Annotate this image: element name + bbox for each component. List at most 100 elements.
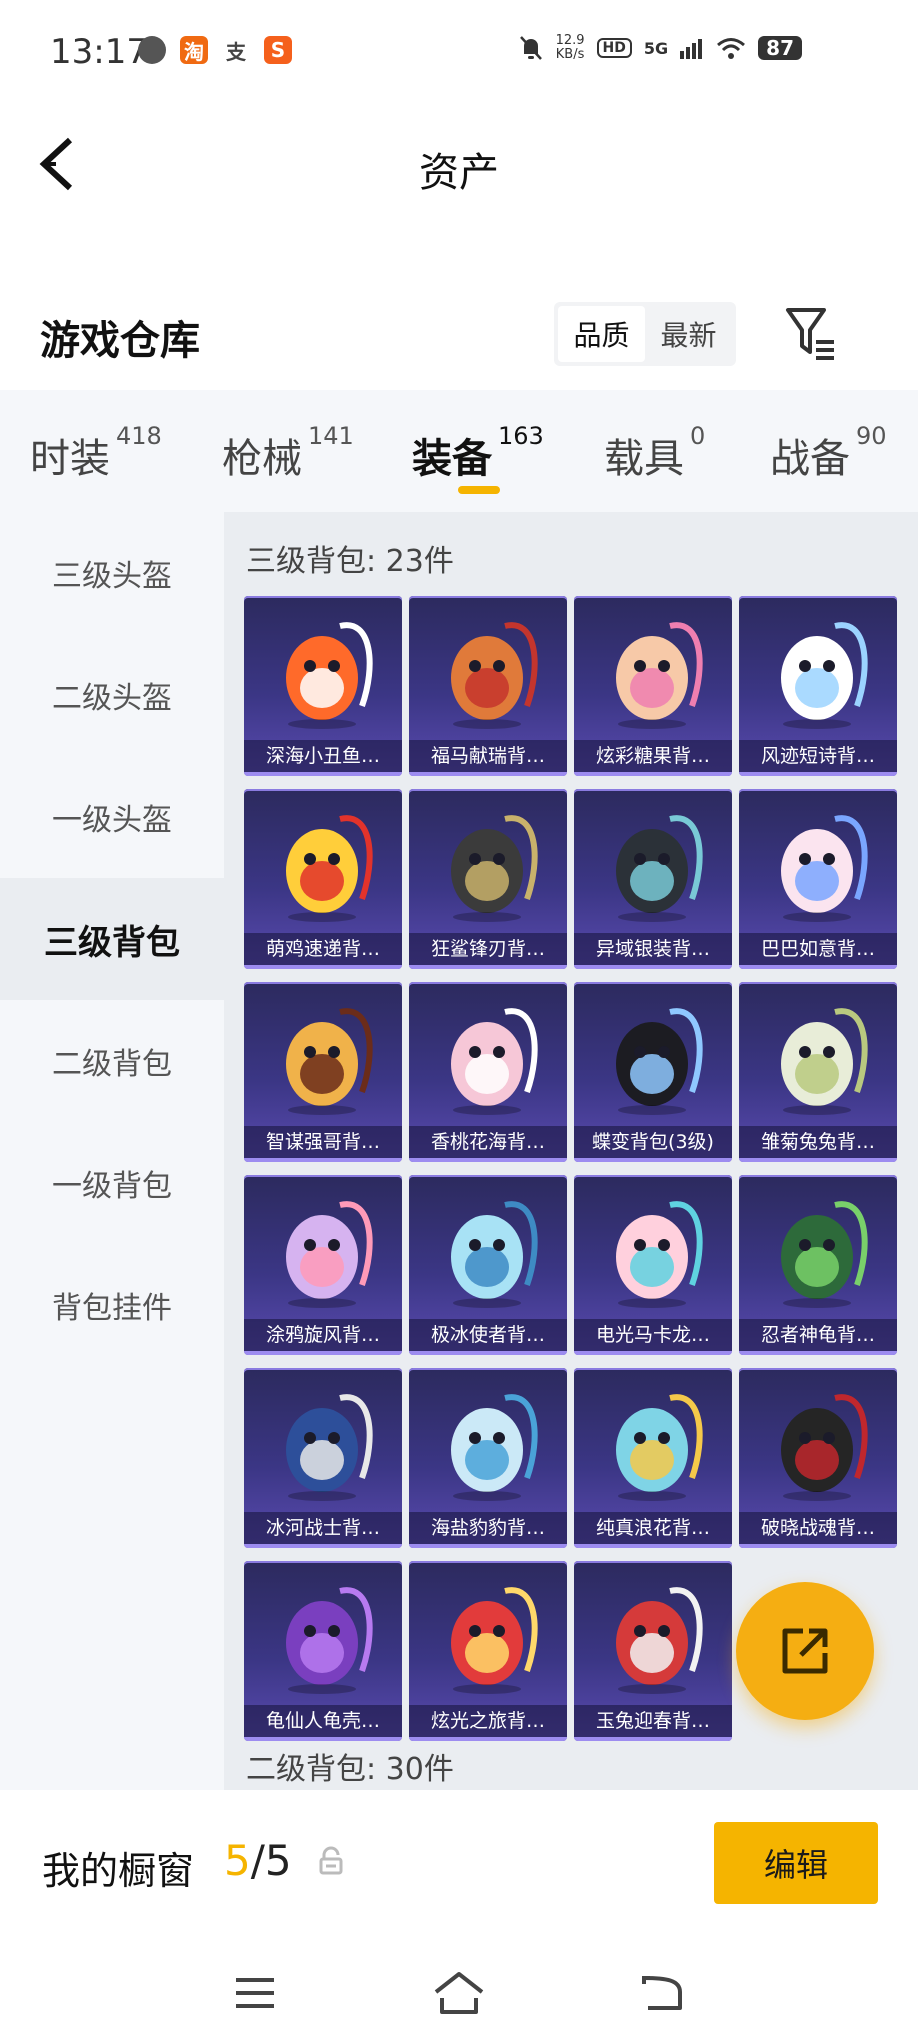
home-icon[interactable] <box>432 1970 486 2016</box>
item-card[interactable]: 龟仙人龟壳… <box>244 1561 402 1741</box>
sort-quality-button[interactable]: 品质 <box>558 306 645 362</box>
backpack-icon <box>286 1201 373 1308</box>
item-card[interactable]: 风迹短诗背… <box>739 596 897 776</box>
alipay-icon: 支 <box>222 36 250 64</box>
showcase-label: 我的橱窗 <box>42 1849 195 1893</box>
backpack-icon <box>781 622 868 729</box>
backpack-icon <box>451 1587 538 1694</box>
item-card[interactable]: 破晓战魂背… <box>739 1368 897 1548</box>
item-card[interactable]: 智谋强哥背… <box>244 982 402 1162</box>
edit-button[interactable]: 编辑 <box>714 1822 878 1904</box>
sort-newest-button[interactable]: 最新 <box>645 306 732 362</box>
item-name: 炫彩糖果背… <box>574 740 732 772</box>
backpack-icon <box>616 1394 703 1501</box>
battery-level: 87 <box>758 36 802 60</box>
item-name: 巴巴如意背… <box>739 933 897 965</box>
item-name: 龟仙人龟壳… <box>244 1705 402 1737</box>
item-name: 风迹短诗背… <box>739 740 897 772</box>
item-card[interactable]: 玉兔迎春背… <box>574 1561 732 1741</box>
back-nav-icon[interactable] <box>636 1970 690 2016</box>
sidebar-item-backpack-charm[interactable]: 背包挂件 <box>0 1244 224 1366</box>
sidebar-item-helmet-2[interactable]: 二级头盔 <box>0 634 224 756</box>
sort-toggle: 品质 最新 <box>554 302 736 366</box>
sidebar-item-helmet-1[interactable]: 一级头盔 <box>0 756 224 878</box>
backpack-icon <box>286 815 373 922</box>
item-card[interactable]: 极冰使者背… <box>409 1175 567 1355</box>
backpack-icon <box>616 1201 703 1308</box>
item-card[interactable]: 萌鸡速递背… <box>244 789 402 969</box>
item-card[interactable]: 巴巴如意背… <box>739 789 897 969</box>
backpack-icon <box>616 622 703 729</box>
section-title: 游戏仓库 <box>40 318 200 364</box>
backpack-icon <box>616 815 703 922</box>
showcase-bar: 我的橱窗 5/5 编辑 <box>0 1790 918 1940</box>
sidebar-item-helmet-3[interactable]: 三级头盔 <box>0 512 224 634</box>
tab-count: 163 <box>498 422 544 450</box>
item-name: 海盐豹豹背… <box>409 1512 567 1544</box>
share-external-icon <box>782 1628 828 1674</box>
backpack-icon <box>781 1394 868 1501</box>
net-speed: 12.9 KB/s <box>555 33 585 62</box>
item-card[interactable]: 狂鲨锋刃背… <box>409 789 567 969</box>
item-card[interactable]: 纯真浪花背… <box>574 1368 732 1548</box>
backpack-icon <box>781 815 868 922</box>
showcase-separator: / <box>250 1836 265 1885</box>
tab-label: 装备 <box>412 436 492 482</box>
filter-button[interactable] <box>784 304 840 364</box>
sidebar-item-backpack-1[interactable]: 一级背包 <box>0 1122 224 1244</box>
wifi-icon <box>717 38 746 59</box>
item-card[interactable]: 电光马卡龙… <box>574 1175 732 1355</box>
backpack-icon <box>781 1201 868 1308</box>
item-card[interactable]: 异域银装背… <box>574 789 732 969</box>
item-card[interactable]: 忍者神龟背… <box>739 1175 897 1355</box>
item-card[interactable]: 冰河战士背… <box>244 1368 402 1548</box>
item-name: 智谋强哥背… <box>244 1126 402 1158</box>
backpack-icon <box>286 622 373 729</box>
item-name: 蝶变背包(3级) <box>574 1126 732 1158</box>
tab-vehicles[interactable]: 载具 0 <box>604 422 705 484</box>
top-header: 资产 <box>0 104 918 224</box>
tab-fashion[interactable]: 时装 418 <box>30 422 162 484</box>
tab-label: 枪械 <box>222 436 302 482</box>
menu-icon[interactable] <box>228 1970 282 2016</box>
sidebar-item-backpack-2[interactable]: 二级背包 <box>0 1000 224 1122</box>
item-card[interactable]: 海盐豹豹背… <box>409 1368 567 1548</box>
item-name: 破晓战魂背… <box>739 1512 897 1544</box>
tab-equipment[interactable]: 装备 163 <box>412 422 544 484</box>
sidebar-item-backpack-3[interactable]: 三级背包 <box>0 878 224 1000</box>
system-nav-bar <box>0 1940 918 2040</box>
item-card[interactable]: 涂鸦旋风背… <box>244 1175 402 1355</box>
network-type: 5G <box>643 38 669 58</box>
item-card[interactable]: 蝶变背包(3级) <box>574 982 732 1162</box>
app-leaf-icon <box>138 36 166 64</box>
tab-supplies[interactable]: 战备 90 <box>770 422 887 484</box>
backpack-icon <box>286 1587 373 1694</box>
item-name: 异域银装背… <box>574 933 732 965</box>
item-name: 福马献瑞背… <box>409 740 567 772</box>
item-name: 忍者神龟背… <box>739 1319 897 1351</box>
lock-icon <box>319 1846 343 1875</box>
group-label-backpack-2: 二级背包: 30件 <box>246 1752 454 1787</box>
item-card[interactable]: 炫彩糖果背… <box>574 596 732 776</box>
item-card[interactable]: 雏菊兔兔背… <box>739 982 897 1162</box>
showcase-current: 5 <box>224 1836 251 1885</box>
item-name: 极冰使者背… <box>409 1319 567 1351</box>
item-name: 涂鸦旋风背… <box>244 1319 402 1351</box>
share-fab-button[interactable] <box>736 1582 874 1720</box>
tab-firearms[interactable]: 枪械 141 <box>222 422 354 484</box>
status-bar: 13:17 淘 支 S 12.9 KB/s HD 5G 87 <box>0 0 918 104</box>
group-label-backpack-3: 三级背包: 23件 <box>246 544 454 579</box>
item-card[interactable]: 深海小丑鱼… <box>244 596 402 776</box>
warehouse-header: 游戏仓库 品质 最新 <box>0 280 918 390</box>
item-card[interactable]: 福马献瑞背… <box>409 596 567 776</box>
backpack-icon <box>451 1394 538 1501</box>
item-name: 雏菊兔兔背… <box>739 1126 897 1158</box>
page-title: 资产 <box>419 150 499 196</box>
sogou-icon: S <box>264 36 292 64</box>
system-icons: 12.9 KB/s HD 5G 87 <box>518 34 802 62</box>
backpack-icon <box>451 1201 538 1308</box>
item-card[interactable]: 炫光之旅背… <box>409 1561 567 1741</box>
taobao-icon: 淘 <box>180 36 208 64</box>
item-card[interactable]: 香桃花海背… <box>409 982 567 1162</box>
mute-bell-icon <box>519 36 542 60</box>
